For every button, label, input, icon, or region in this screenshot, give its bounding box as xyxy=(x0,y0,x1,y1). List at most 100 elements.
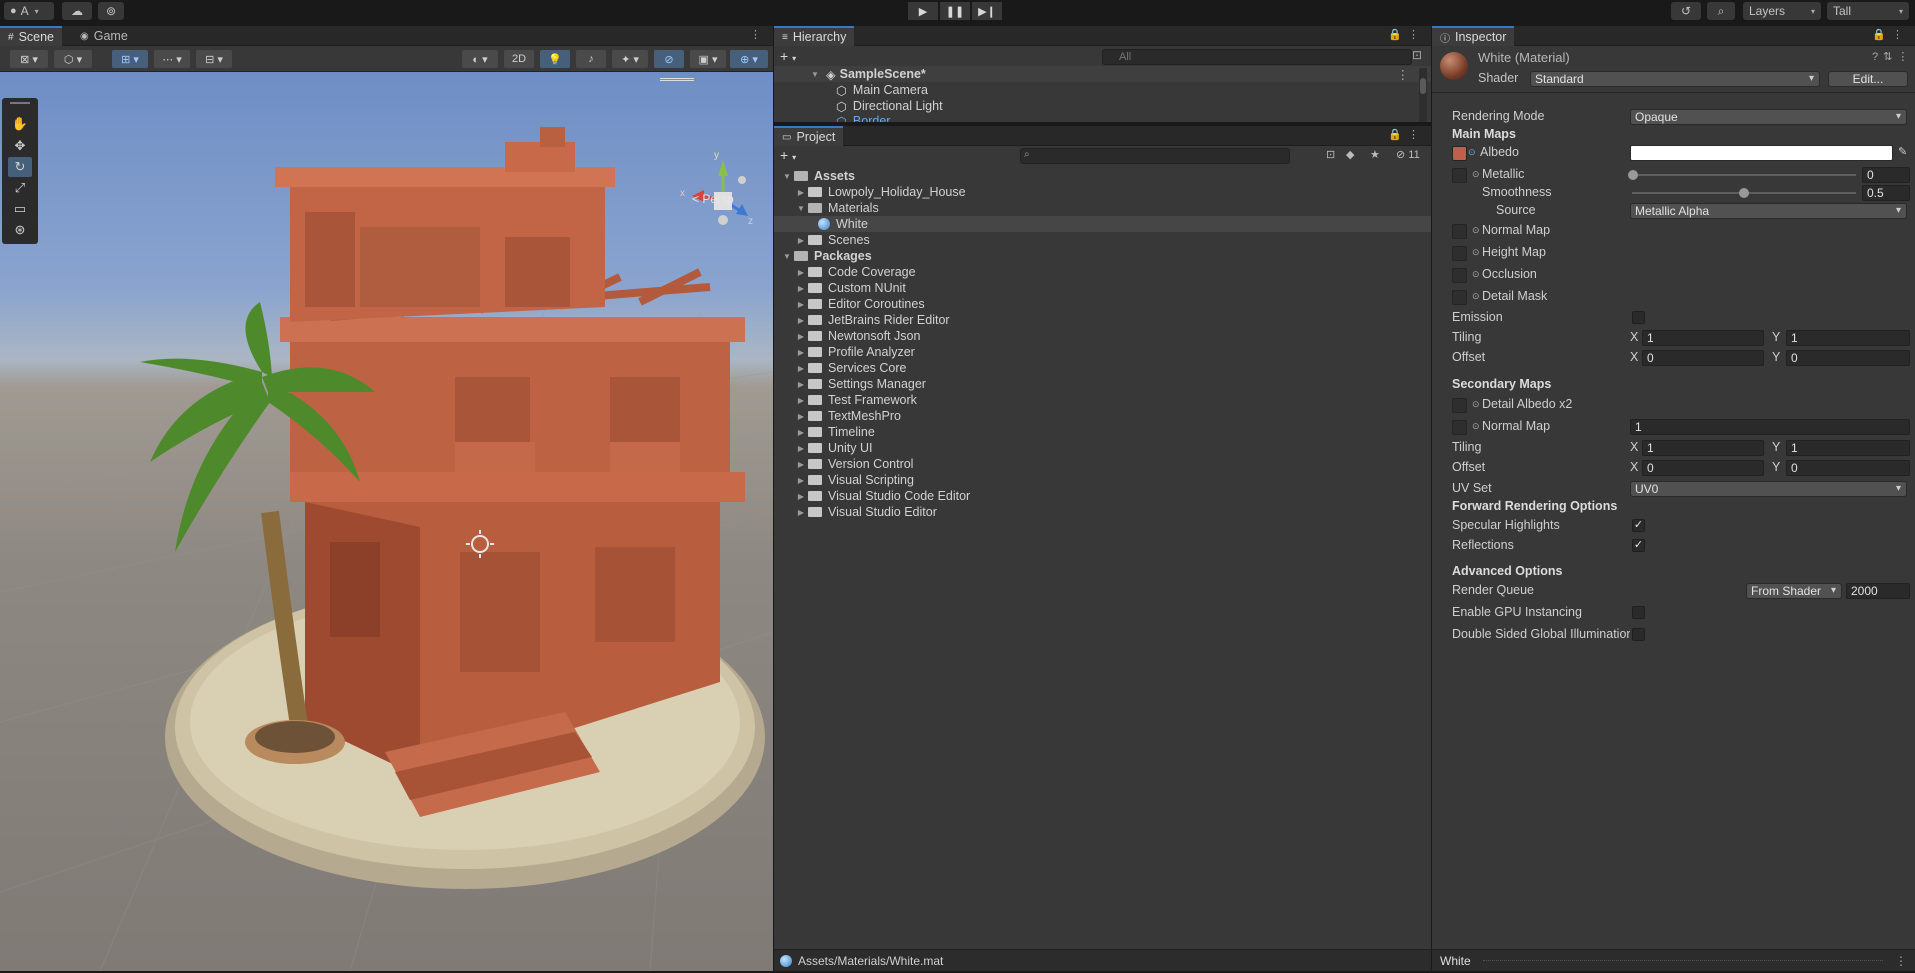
panel-menu-icon[interactable]: ⋮ xyxy=(750,28,767,41)
package-row[interactable]: ▶ Visual Scripting xyxy=(774,472,1431,488)
package-row[interactable]: ▶ Editor Coroutines xyxy=(774,296,1431,312)
help-icon[interactable]: ? xyxy=(1872,51,1883,63)
preview-menu-icon[interactable]: ⋮ xyxy=(1895,954,1907,968)
package-row[interactable]: ▶ Profile Analyzer xyxy=(774,344,1431,360)
cloud-button[interactable]: ☁ xyxy=(62,2,92,20)
rotate-tool[interactable]: ↻ xyxy=(8,157,32,177)
panel-lock-icon[interactable]: 🔒⋮ xyxy=(1872,28,1909,41)
undo-history-button[interactable]: ↺ xyxy=(1671,2,1701,20)
search-by-label-icon[interactable]: ◆ xyxy=(1346,148,1354,161)
move-tool[interactable]: ✥ xyxy=(8,136,32,156)
tab-hierarchy[interactable]: ≡ Hierarchy xyxy=(774,26,855,46)
collab-button[interactable]: ⊚ xyxy=(98,2,124,20)
secondary-offset-y-input[interactable]: 0 xyxy=(1786,460,1910,476)
height-map-slot[interactable] xyxy=(1452,246,1467,261)
panel-lock-icon[interactable]: 🔒⋮ xyxy=(1388,128,1425,141)
smoothness-slider-knob[interactable] xyxy=(1739,188,1749,198)
package-row[interactable]: ▶ Version Control xyxy=(774,456,1431,472)
tiling-x-input[interactable]: 1 xyxy=(1642,330,1764,346)
hidden-objects-toggle[interactable]: ⊘ xyxy=(654,50,684,68)
metallic-slider-knob[interactable] xyxy=(1628,170,1638,180)
pause-button[interactable]: ❚❚ xyxy=(940,2,970,20)
overlay-handle[interactable] xyxy=(660,78,694,81)
emission-checkbox[interactable] xyxy=(1632,311,1645,324)
rendering-mode-dropdown[interactable]: Opaque xyxy=(1630,109,1907,125)
hidden-packages-toggle[interactable]: ⊘ 11 xyxy=(1396,148,1420,161)
folder-row[interactable]: ▶ Scenes xyxy=(774,232,1431,248)
gizmos-dropdown[interactable]: ⊕ ▾ xyxy=(730,50,768,68)
lighting-toggle[interactable]: 💡 xyxy=(540,50,570,68)
draw-mode-dropdown[interactable]: ⊠ ▾ xyxy=(10,50,48,68)
package-row[interactable]: ▶ TextMeshPro xyxy=(774,408,1431,424)
tiling-y-input[interactable]: 1 xyxy=(1786,330,1910,346)
search-button[interactable]: ⌕ xyxy=(1707,2,1735,20)
layout-dropdown[interactable]: Tall ▾ xyxy=(1827,2,1909,20)
tab-game[interactable]: ◉ Game xyxy=(72,26,136,46)
folder-row[interactable]: ▶ Lowpoly_Holiday_House xyxy=(774,184,1431,200)
scene-row[interactable]: ▼ ◈ SampleScene* ⋮ xyxy=(774,66,1431,82)
offset-y-input[interactable]: 0 xyxy=(1786,350,1910,366)
metallic-texture-slot[interactable] xyxy=(1452,168,1467,183)
secondary-tiling-y-input[interactable]: 1 xyxy=(1786,440,1910,456)
ruler-toggle[interactable]: ⊟ ▾ xyxy=(196,50,232,68)
play-button[interactable]: ▶ xyxy=(908,2,938,20)
package-row[interactable]: ▶ Unity UI xyxy=(774,440,1431,456)
shading-sphere-dropdown[interactable]: ◐ ▾ xyxy=(462,50,498,68)
scene-filter-icon[interactable]: ⊡ xyxy=(1412,48,1422,62)
scene-menu-icon[interactable]: ⋮ xyxy=(1397,67,1410,82)
uv-set-dropdown[interactable]: UV0 xyxy=(1630,481,1907,497)
detail-mask-slot[interactable] xyxy=(1452,290,1467,305)
preview-resize-handle[interactable] xyxy=(1482,960,1883,961)
occlusion-slot[interactable] xyxy=(1452,268,1467,283)
metallic-slider-track[interactable] xyxy=(1632,174,1856,176)
tab-inspector[interactable]: ⓘ Inspector xyxy=(1432,26,1515,46)
favorite-icon[interactable]: ★ xyxy=(1370,148,1380,161)
grid-snap-toggle[interactable]: ⊞ ▾ xyxy=(112,50,148,68)
panel-lock-icon[interactable]: 🔒⋮ xyxy=(1388,28,1425,41)
search-by-type-icon[interactable]: ⊡ xyxy=(1326,148,1335,161)
tab-project[interactable]: ▭ Project xyxy=(774,126,844,146)
package-row[interactable]: ▶ Settings Manager xyxy=(774,376,1431,392)
preset-icon[interactable]: ⇅ xyxy=(1883,51,1897,63)
project-search-input[interactable] xyxy=(1020,148,1290,164)
package-row[interactable]: ▶ Newtonsoft Json xyxy=(774,328,1431,344)
package-row[interactable]: ▶ Visual Studio Code Editor xyxy=(774,488,1431,504)
hierarchy-scrollbar[interactable] xyxy=(1419,68,1427,122)
asset-row-selected[interactable]: White xyxy=(774,216,1431,232)
metallic-input[interactable]: 0 xyxy=(1862,167,1910,183)
albedo-color-field[interactable] xyxy=(1630,145,1893,161)
hierarchy-item[interactable]: ⬡ Main Camera xyxy=(774,82,1431,98)
effects-dropdown[interactable]: ✦ ▾ xyxy=(612,50,648,68)
double-sided-gi-checkbox[interactable] xyxy=(1632,628,1645,641)
hierarchy-item[interactable]: ⬡ Directional Light xyxy=(774,98,1431,114)
eyedropper-icon[interactable]: ✎ xyxy=(1898,145,1907,158)
hierarchy-search-input[interactable]: All xyxy=(1102,49,1412,65)
smoothness-input[interactable]: 0.5 xyxy=(1862,185,1910,201)
create-asset-button[interactable]: + ▾ xyxy=(780,147,796,163)
gpu-instancing-checkbox[interactable] xyxy=(1632,606,1645,619)
transform-tool[interactable]: ⊛ xyxy=(8,220,32,240)
package-row[interactable]: ▶ Services Core xyxy=(774,360,1431,376)
normal-map-slot[interactable] xyxy=(1452,224,1467,239)
tab-scene[interactable]: # Scene xyxy=(0,26,63,46)
increment-snap-toggle[interactable]: ⋯ ▾ xyxy=(154,50,190,68)
package-row[interactable]: ▶ Custom NUnit xyxy=(774,280,1431,296)
folder-row-assets[interactable]: ▼ Assets xyxy=(774,168,1431,184)
hierarchy-item[interactable]: ⬡ Border xyxy=(774,114,1431,122)
reflections-checkbox[interactable]: ✓ xyxy=(1632,539,1645,552)
secondary-offset-x-input[interactable]: 0 xyxy=(1642,460,1764,476)
package-row[interactable]: ▶ JetBrains Rider Editor xyxy=(774,312,1431,328)
create-button[interactable]: + ▾ xyxy=(780,48,796,64)
account-dropdown[interactable]: ● A ▾ xyxy=(4,2,54,20)
specular-highlights-checkbox[interactable]: ✓ xyxy=(1632,519,1645,532)
tools-drag-handle[interactable] xyxy=(10,102,30,104)
scale-tool[interactable]: ⤢ xyxy=(8,178,32,198)
persp-toggle[interactable]: < Persp xyxy=(692,192,734,206)
step-button[interactable]: ▶❙ xyxy=(972,2,1002,20)
layers-dropdown[interactable]: Layers ▾ xyxy=(1743,2,1821,20)
scene-viewport[interactable]: y x z < Persp xyxy=(0,72,773,971)
source-dropdown[interactable]: Metallic Alpha xyxy=(1630,203,1907,219)
secondary-tiling-x-input[interactable]: 1 xyxy=(1642,440,1764,456)
camera-dropdown[interactable]: ▣ ▾ xyxy=(690,50,726,68)
package-row[interactable]: ▶ Visual Studio Editor xyxy=(774,504,1431,520)
